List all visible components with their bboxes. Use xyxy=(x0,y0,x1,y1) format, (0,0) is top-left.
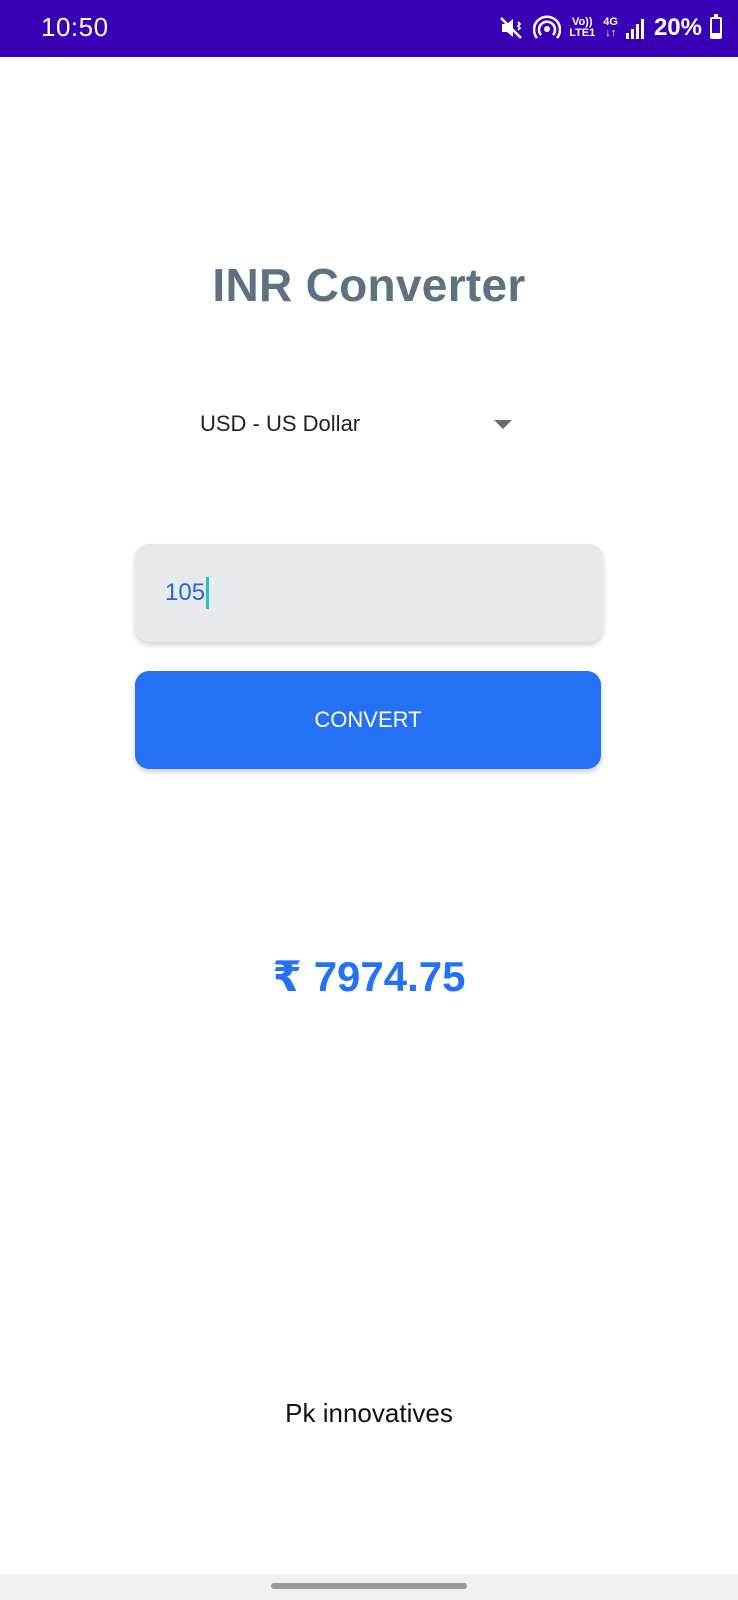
gesture-handle[interactable] xyxy=(271,1583,467,1589)
text-cursor xyxy=(206,577,210,609)
4g-icon: 4G ↓↑ xyxy=(603,16,618,39)
convert-button[interactable]: CONVERT xyxy=(135,671,601,769)
currency-dropdown-value: USD - US Dollar xyxy=(200,411,361,436)
footer-credit: Pk innovatives xyxy=(285,1398,453,1428)
status-bar: 10:50 Vo)) LTE1 4G ↓↑ 20% xyxy=(0,0,738,57)
battery-icon xyxy=(710,14,722,39)
mute-vibrate-icon xyxy=(499,15,525,41)
conversion-result: ₹7974.75 xyxy=(0,952,738,1001)
hotspot-icon xyxy=(533,14,562,42)
amount-input[interactable]: 105 xyxy=(135,544,603,642)
status-time: 10:50 xyxy=(41,12,109,42)
result-value: 7974.75 xyxy=(313,953,466,1000)
chevron-down-icon[interactable] xyxy=(494,419,512,429)
status-icons: Vo)) LTE1 4G ↓↑ 20% xyxy=(499,10,722,46)
currency-dropdown[interactable]: USD - US Dollar xyxy=(200,402,520,446)
amount-input-value: 105 xyxy=(165,579,206,606)
battery-fill xyxy=(712,33,720,37)
page-title: INR Converter xyxy=(212,259,526,311)
signal-bars-icon xyxy=(625,17,646,39)
battery-percent: 20% xyxy=(653,14,702,41)
navigation-bar xyxy=(0,1574,738,1600)
rupee-icon: ₹ xyxy=(272,953,302,1000)
network-label: 4G xyxy=(603,16,618,28)
volte-icon: Vo)) LTE1 xyxy=(569,16,596,39)
